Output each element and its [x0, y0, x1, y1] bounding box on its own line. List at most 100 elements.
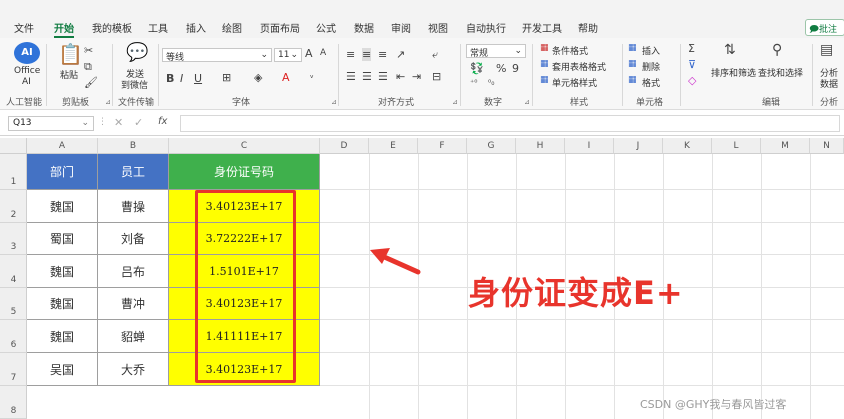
border-icon[interactable]: ⊞	[222, 71, 231, 84]
phonetic-icon[interactable]: ᵥ	[310, 71, 314, 81]
header-cell-department[interactable]: 部门	[27, 154, 98, 190]
align-bottom-icon[interactable]: ≡	[378, 48, 387, 61]
function-icon[interactable]: fx	[158, 116, 167, 127]
row-header-8[interactable]: 8	[0, 386, 27, 419]
font-size-select[interactable]: 11 ⌄	[274, 48, 302, 62]
office-ai-icon[interactable]: AI	[14, 42, 40, 64]
table-cell[interactable]: 曹冲	[98, 288, 169, 320]
format-cells-button[interactable]: 格式	[642, 76, 660, 89]
insert-cells-icon[interactable]: ▦	[628, 43, 637, 53]
fill-color-icon[interactable]: ◈	[254, 71, 262, 84]
format-painter-icon[interactable]: 🖌	[84, 76, 98, 89]
column-header-i[interactable]: I	[565, 138, 614, 154]
column-header-h[interactable]: H	[516, 138, 565, 154]
cell-styles-button[interactable]: 单元格样式	[552, 76, 597, 89]
table-cell[interactable]: 吕布	[98, 255, 169, 288]
column-header-n[interactable]: N	[810, 138, 844, 154]
row-header-2[interactable]: 2	[0, 190, 27, 223]
insert-cells-button[interactable]: 插入	[642, 44, 660, 57]
more-icon[interactable]: ⋮	[98, 117, 107, 127]
column-header-l[interactable]: L	[712, 138, 761, 154]
column-header-j[interactable]: J	[614, 138, 663, 154]
font-shrink-button[interactable]: A	[320, 48, 326, 58]
align-center-icon[interactable]: ☰	[362, 70, 372, 83]
column-header-a[interactable]: A	[27, 138, 98, 154]
table-cell[interactable]: 刘备	[98, 223, 169, 255]
table-cell[interactable]: 魏国	[27, 320, 98, 353]
align-top-icon[interactable]: ≡	[346, 48, 355, 61]
tab-developer[interactable]: 开发工具	[522, 20, 562, 35]
sort-filter-button[interactable]: 排序和筛选	[711, 66, 756, 79]
cell-styles-icon[interactable]: ▦	[540, 75, 549, 85]
column-header-m[interactable]: M	[761, 138, 810, 154]
tab-tools[interactable]: 工具	[148, 20, 168, 35]
align-left-icon[interactable]: ☰	[346, 70, 356, 83]
underline-button[interactable]: U	[194, 72, 202, 85]
font-launcher-icon[interactable]: ⊿	[331, 98, 337, 106]
wechat-icon[interactable]: 💬	[126, 42, 148, 63]
row-header-1[interactable]: 1	[0, 154, 27, 190]
italic-button[interactable]: I	[180, 72, 183, 85]
wrap-text-icon[interactable]: ⤶	[432, 48, 438, 62]
tab-my-templates[interactable]: 我的模板	[92, 20, 132, 35]
table-cell[interactable]: 魏国	[27, 288, 98, 320]
table-cell[interactable]: 大乔	[98, 353, 169, 386]
orientation-icon[interactable]: ↗	[396, 48, 405, 61]
decrease-decimal-icon[interactable]: ⁰₀	[488, 78, 494, 87]
row-header-4[interactable]: 4	[0, 255, 27, 288]
cancel-icon[interactable]: ✕	[114, 116, 123, 129]
increase-decimal-icon[interactable]: ⁺⁰	[470, 78, 477, 87]
merge-icon[interactable]: ⊟	[432, 70, 441, 83]
column-header-e[interactable]: E	[369, 138, 418, 154]
format-as-table-button[interactable]: 套用表格格式	[552, 60, 606, 73]
align-right-icon[interactable]: ☰	[378, 70, 388, 83]
tab-insert[interactable]: 插入	[186, 20, 206, 35]
confirm-icon[interactable]: ✓	[134, 116, 143, 129]
select-all-corner[interactable]	[0, 138, 27, 154]
number-launcher-icon[interactable]: ⊿	[524, 98, 530, 106]
comma-icon[interactable]: 9	[512, 62, 519, 75]
tab-file[interactable]: 文件	[14, 20, 34, 35]
tab-draw[interactable]: 绘图	[222, 20, 242, 35]
table-cell[interactable]: 魏国	[27, 255, 98, 288]
tab-data[interactable]: 数据	[354, 20, 374, 35]
column-header-c[interactable]: C	[169, 138, 320, 154]
cut-icon[interactable]: ✂	[84, 44, 93, 57]
currency-icon[interactable]: 💱	[470, 62, 484, 75]
table-cell[interactable]: 吴国	[27, 353, 98, 386]
row-header-5[interactable]: 5	[0, 288, 27, 320]
comment-button[interactable]: 🗩批注	[805, 19, 844, 36]
analyze-data-icon[interactable]: ▤	[820, 42, 833, 58]
table-cell[interactable]: 魏国	[27, 190, 98, 223]
row-header-7[interactable]: 7	[0, 353, 27, 386]
header-cell-id-number[interactable]: 身份证号码	[169, 154, 320, 190]
table-cell[interactable]: 貂蝉	[98, 320, 169, 353]
analyze-data-label-2[interactable]: 数据	[820, 77, 838, 90]
tab-help[interactable]: 帮助	[578, 20, 598, 35]
tab-home[interactable]: 开始	[54, 20, 74, 38]
indent-icon[interactable]: ⇤	[396, 70, 405, 83]
font-color-icon[interactable]: A	[282, 71, 290, 84]
column-header-g[interactable]: G	[467, 138, 516, 154]
find-select-button[interactable]: 查找和选择	[758, 66, 803, 79]
bold-button[interactable]: B	[166, 72, 174, 85]
table-format-icon[interactable]: ▦	[540, 59, 549, 69]
column-header-f[interactable]: F	[418, 138, 467, 154]
sort-filter-icon[interactable]: ⇅	[724, 42, 736, 58]
autosum-icon[interactable]: Σ	[688, 42, 695, 55]
tab-automate[interactable]: 自动执行	[466, 20, 506, 35]
outdent-icon[interactable]: ⇥	[412, 70, 421, 83]
copy-icon[interactable]: ⧉	[84, 60, 92, 74]
tab-formulas[interactable]: 公式	[316, 20, 336, 35]
number-format-select[interactable]: 常规 ⌄	[466, 44, 526, 58]
paste-icon[interactable]: 📋	[58, 42, 83, 66]
conditional-format-icon[interactable]: ▦	[540, 43, 549, 53]
header-cell-employee[interactable]: 员工	[98, 154, 169, 190]
align-middle-icon[interactable]: ≡	[362, 48, 372, 61]
delete-cells-button[interactable]: 删除	[642, 60, 660, 73]
tab-view[interactable]: 视图	[428, 20, 448, 35]
find-select-icon[interactable]: ⚲	[772, 42, 782, 58]
row-header-6[interactable]: 6	[0, 320, 27, 353]
tab-page-layout[interactable]: 页面布局	[260, 20, 300, 35]
font-grow-button[interactable]: A	[305, 47, 313, 60]
